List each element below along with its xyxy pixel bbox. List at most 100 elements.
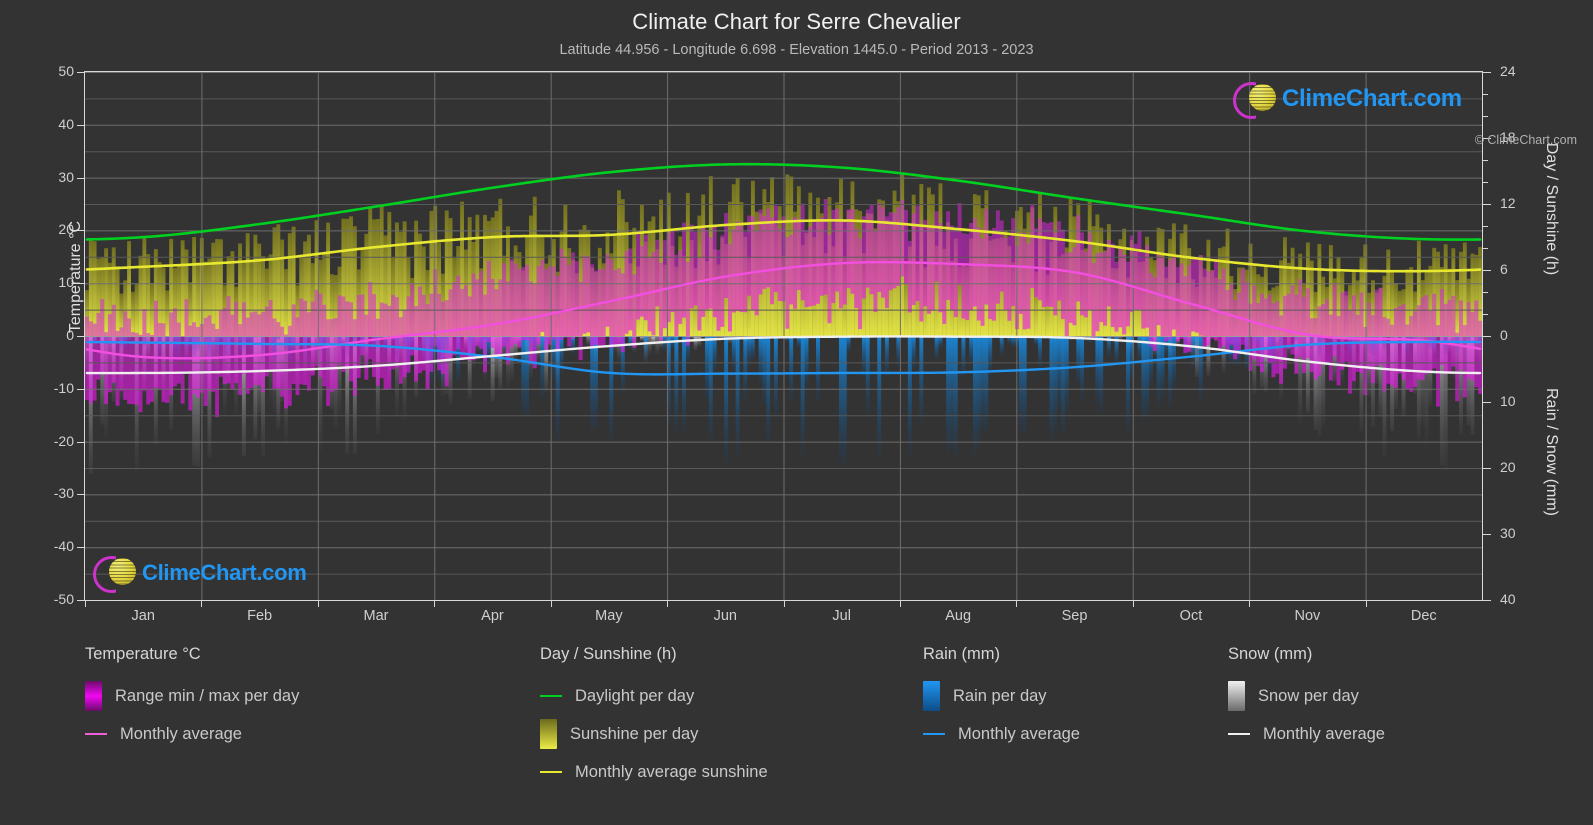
temperature-day-range-bar <box>1053 232 1058 316</box>
temperature-day-range-bar <box>1099 252 1104 323</box>
temperature-day-range-bar <box>617 268 621 346</box>
rain-day-bar <box>842 336 847 466</box>
temperature-day-range-bar <box>1018 232 1023 314</box>
y-axis-right-tick-mark <box>1483 600 1491 601</box>
temperature-day-range-bar <box>735 221 740 312</box>
y-axis-left-tick-label: 50 <box>58 63 74 79</box>
legend-group-title: Day / Sunshine (h) <box>540 645 677 663</box>
temperature-day-range-bar <box>1126 261 1130 327</box>
temperature-day-range-bar <box>226 296 231 384</box>
y-axis-left-tick-mark <box>77 124 85 126</box>
temperature-day-range-bar <box>551 266 556 340</box>
rain-day-bar <box>662 336 667 351</box>
temperature-day-range-bar <box>643 234 648 321</box>
temperature-day-range-bar <box>796 219 801 291</box>
rain-day-bar <box>712 336 717 373</box>
temperature-day-range-bar <box>525 264 530 341</box>
temperature-day-range-bar <box>1290 285 1295 355</box>
legend-item[interactable]: Rain per day <box>923 677 1080 715</box>
rain-day-bar <box>969 336 974 365</box>
temperature-day-range-bar <box>180 336 185 404</box>
sunshine-day-bar <box>150 283 154 336</box>
legend-item[interactable]: Monthly average <box>1228 715 1385 753</box>
temperature-day-range-bar <box>238 324 242 395</box>
rain-day-bar <box>1137 336 1142 360</box>
temperature-day-range-bar <box>563 256 568 338</box>
temperature-day-range-bar <box>452 282 457 356</box>
rain-day-bar <box>1018 336 1023 432</box>
y-axis-right-tick-label-mm: 30 <box>1500 525 1516 541</box>
rain-day-bar <box>976 336 981 448</box>
temperature-average-line-swatch <box>85 733 107 735</box>
legend-item-label: Range min / max per day <box>115 686 300 705</box>
temperature-day-range-bar <box>1095 253 1100 332</box>
rain-day-bar <box>861 336 866 378</box>
temperature-day-range-bar <box>1313 318 1318 380</box>
temperature-day-range-bar <box>1049 222 1054 308</box>
legend-item[interactable]: Monthly average <box>85 715 299 753</box>
legend-group-title: Temperature °C <box>85 645 201 663</box>
temperature-day-range-bar <box>203 317 208 407</box>
temperature-day-range-bar <box>1233 299 1238 360</box>
sunshine-day-bar <box>92 241 97 336</box>
legend-item[interactable]: Monthly average sunshine <box>540 753 768 791</box>
temperature-day-range-bar <box>1122 254 1127 335</box>
temperature-day-range-bar <box>1413 311 1418 388</box>
temperature-day-range-bar <box>368 281 373 360</box>
temperature-day-range-bar <box>1390 324 1395 386</box>
plot-svg <box>85 72 1482 600</box>
temperature-day-range-bar <box>540 259 545 332</box>
legend-item[interactable]: Monthly average <box>923 715 1080 753</box>
temperature-day-range-bar <box>230 314 235 390</box>
rain-day-bar <box>972 336 977 455</box>
temperature-day-range-bar <box>1026 243 1031 329</box>
legend-item[interactable]: Snow per day <box>1228 677 1385 715</box>
temperature-day-range-bar <box>1328 314 1333 381</box>
temperature-day-range-bar <box>1466 302 1471 379</box>
temperature-day-range-bar <box>1171 256 1176 330</box>
legend-item[interactable]: Daylight per day <box>540 677 768 715</box>
temperature-day-range-bar <box>444 300 449 387</box>
temperature-day-range-bar <box>559 248 564 340</box>
rain-day-bar <box>980 336 985 429</box>
rain-day-bar <box>1160 336 1165 397</box>
temperature-day-range-bar <box>919 227 924 322</box>
temperature-day-range-bar <box>1386 318 1391 384</box>
legend-line-marker <box>540 695 570 697</box>
temperature-day-range-bar <box>1152 276 1157 352</box>
temperature-day-range-bar <box>502 263 507 347</box>
temperature-day-range-bar <box>398 317 403 384</box>
rain-day-bar <box>1049 336 1054 442</box>
temperature-day-range-bar <box>976 227 981 321</box>
temperature-day-range-bar <box>988 236 993 320</box>
temperature-day-range-bar <box>789 234 794 305</box>
temperature-day-range-bar <box>150 334 154 402</box>
temperature-day-range-bar <box>682 222 686 318</box>
temperature-day-range-bar <box>498 279 503 358</box>
sunshine-day-bar <box>1455 280 1460 336</box>
rain-day-bar <box>762 336 767 405</box>
temperature-day-range-bar <box>475 279 480 346</box>
rain-day-bar <box>1038 336 1042 369</box>
rain-day-bar <box>758 336 763 384</box>
temperature-day-range-bar <box>934 211 939 282</box>
temperature-day-range-bar <box>1003 237 1008 310</box>
sunshine-day-bar <box>280 239 285 336</box>
temperature-day-range-bar <box>1214 258 1218 341</box>
temperature-day-range-bar <box>984 208 989 305</box>
rain-day-bar <box>750 336 755 361</box>
rain-day-bar <box>896 336 901 367</box>
temperature-day-range-bar <box>1060 229 1065 320</box>
temperature-day-range-bar <box>938 223 943 313</box>
legend-line-marker <box>540 771 570 773</box>
temperature-day-range-bar <box>460 288 464 361</box>
temperature-day-range-bar <box>1248 303 1253 371</box>
y-axis-right-minor-tick <box>1483 182 1488 183</box>
temperature-day-range-bar <box>739 226 744 313</box>
temperature-day-range-bar <box>601 269 606 345</box>
temperature-day-range-bar <box>490 278 495 348</box>
legend-item[interactable]: Sunshine per day <box>540 715 768 753</box>
temperature-day-range-bar <box>1022 232 1027 330</box>
legend-item[interactable]: Range min / max per day <box>85 677 299 715</box>
sunshine-day-bar <box>192 237 197 336</box>
